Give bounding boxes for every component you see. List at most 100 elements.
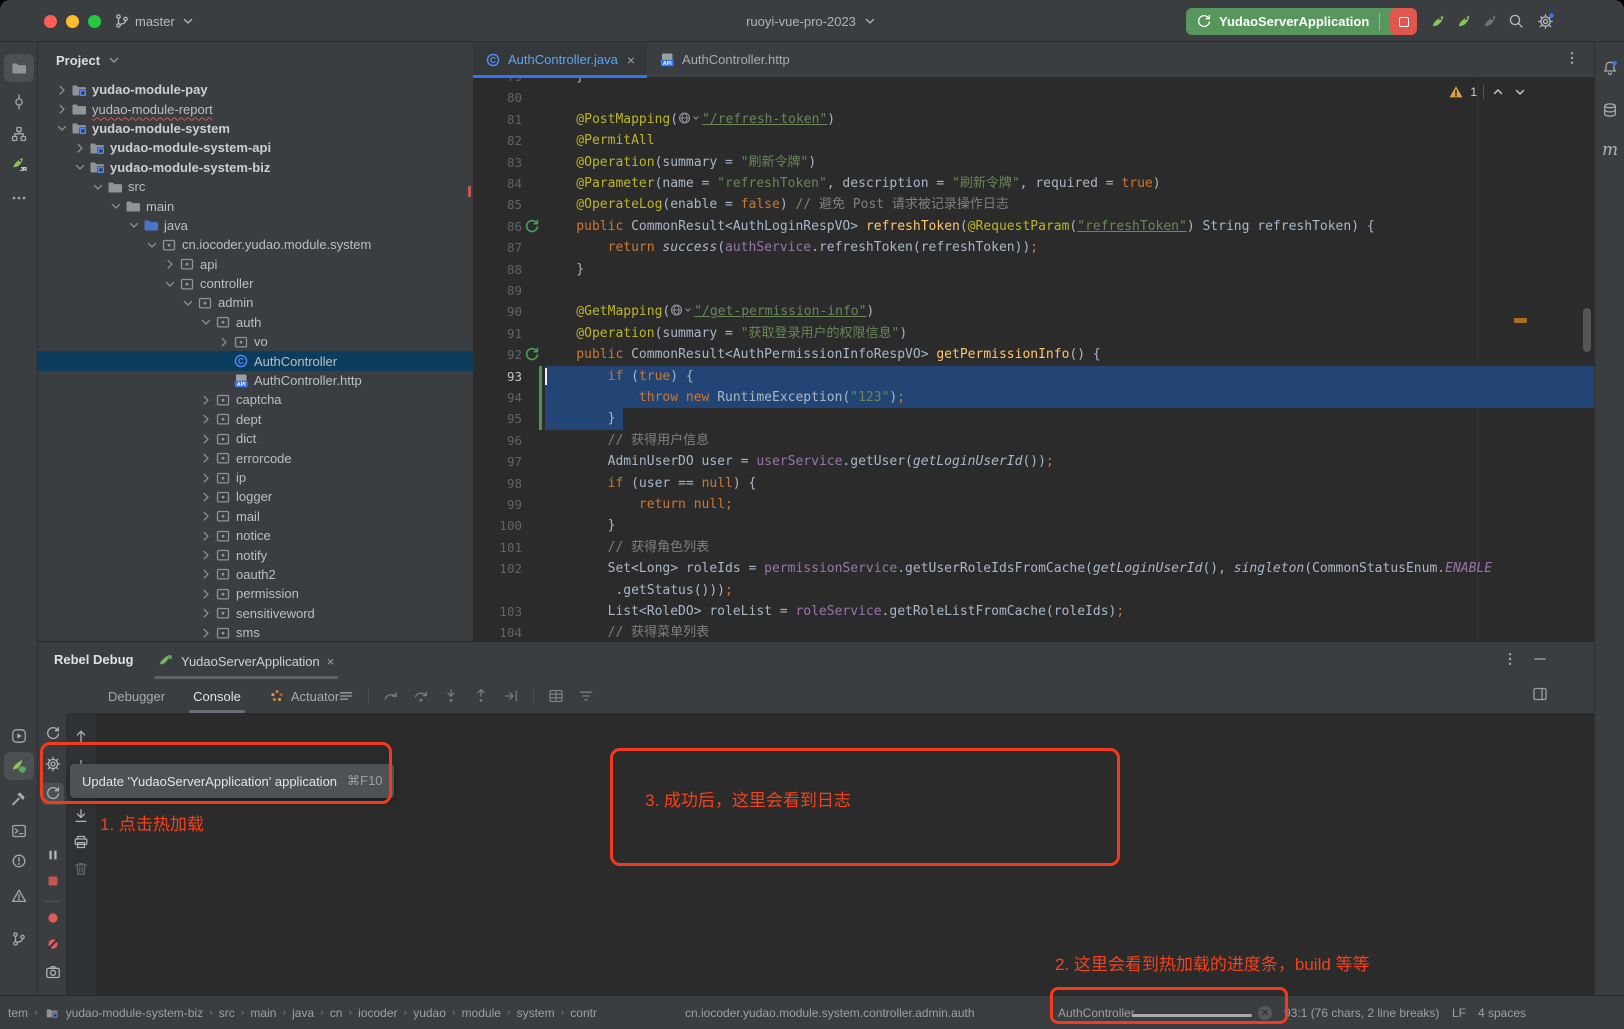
code-line-92[interactable]: 92 public CommonResult<AuthPermissionInf…: [473, 344, 1594, 365]
breadcrumb-item[interactable]: src: [219, 1006, 235, 1020]
run-to-cursor-icon[interactable]: [503, 688, 519, 704]
tree-item-yudao-module-pay[interactable]: yudao-module-pay: [38, 80, 473, 99]
line-number[interactable]: 82: [473, 130, 522, 151]
line-number[interactable]: 103: [473, 601, 522, 622]
console-output[interactable]: [96, 713, 1594, 995]
chevron-right-icon[interactable]: [162, 256, 178, 272]
code-line-98[interactable]: 98 if (user == null) {: [473, 473, 1594, 494]
show-execution-point-icon[interactable]: [383, 688, 399, 704]
tree-item-yudao-module-system[interactable]: yudao-module-system: [38, 119, 473, 138]
jrebel-debug-icon[interactable]: [1454, 11, 1474, 31]
tree-item-sensitiveword[interactable]: sensitiveword: [38, 604, 473, 623]
line-number[interactable]: 87: [473, 237, 522, 258]
zoom-window-button[interactable]: [88, 15, 101, 28]
chevron-right-icon[interactable]: [198, 625, 214, 641]
structure-tool-button[interactable]: [4, 120, 34, 148]
code-line-103[interactable]: 103 List<RoleDO> roleList = roleService.…: [473, 601, 1594, 622]
code-line-wrap[interactable]: .getStatus()));: [473, 580, 1594, 601]
tab-options-icon[interactable]: [1564, 50, 1580, 66]
line-number[interactable]: 101: [473, 537, 522, 558]
chevron-down-icon[interactable]: [72, 159, 88, 175]
line-number[interactable]: 90: [473, 301, 522, 322]
line-number[interactable]: 93: [473, 366, 522, 387]
code-line-79[interactable]: 79 }: [473, 78, 1594, 87]
line-number[interactable]: 95: [473, 408, 522, 429]
chevron-right-icon[interactable]: [216, 334, 232, 350]
more-tool-windows-button[interactable]: [4, 184, 34, 212]
line-number[interactable]: 85: [473, 194, 522, 215]
breadcrumbs[interactable]: tem›yudao-module-system-biz›src›main›jav…: [8, 996, 597, 1029]
editor-tab-authcontroller-java[interactable]: CAuthController.java×: [473, 42, 647, 77]
minimize-window-button[interactable]: [66, 15, 79, 28]
line-number[interactable]: 89: [473, 280, 522, 301]
chevron-right-icon[interactable]: [198, 450, 214, 466]
code-line-82[interactable]: 82 @PermitAll: [473, 130, 1594, 151]
tree-item-notify[interactable]: notify: [38, 545, 473, 564]
stop-button[interactable]: [1390, 8, 1417, 35]
code-line-83[interactable]: 83 @Operation(summary = "刷新令牌"): [473, 152, 1594, 173]
line-number[interactable]: 88: [473, 259, 522, 280]
code-line-88[interactable]: 88 }: [473, 259, 1594, 280]
rebel-debug-tool-button[interactable]: [4, 752, 34, 780]
tree-item-sms[interactable]: sms: [38, 623, 473, 641]
tree-item-dept[interactable]: dept: [38, 410, 473, 429]
line-number[interactable]: 104: [473, 622, 522, 641]
line-number[interactable]: 79: [473, 78, 522, 87]
tree-item-yudao-module-system-biz[interactable]: yudao-module-system-biz: [38, 158, 473, 177]
code-line-84[interactable]: 84 @Parameter(name = "refreshToken", des…: [473, 173, 1594, 194]
terminal-tool-button[interactable]: [4, 817, 34, 845]
tree-item-vo[interactable]: vo: [38, 332, 473, 351]
breadcrumb-item[interactable]: yudao-module-system-biz: [66, 1006, 203, 1020]
line-separator-widget[interactable]: LF: [1452, 996, 1466, 1029]
tree-item-controller[interactable]: controller: [38, 274, 473, 293]
rerun-button[interactable]: [42, 723, 64, 745]
thread-dump-button[interactable]: [42, 961, 64, 983]
git-tool-button[interactable]: [4, 925, 34, 953]
tree-item-notice[interactable]: notice: [38, 526, 473, 545]
tree-item-auth[interactable]: auth: [38, 313, 473, 332]
code-line-99[interactable]: 99 return null;: [473, 494, 1594, 515]
breadcrumb-item[interactable]: yudao: [413, 1006, 446, 1020]
code-line-86[interactable]: 86 public CommonResult<AuthLoginRespVO> …: [473, 216, 1594, 237]
chevron-right-icon[interactable]: [198, 547, 214, 563]
close-window-button[interactable]: [44, 15, 57, 28]
jrebel-tool-button[interactable]: JR: [4, 150, 34, 178]
line-number[interactable]: 99: [473, 494, 522, 515]
breadcrumb-item[interactable]: main: [250, 1006, 276, 1020]
chevron-down-icon[interactable]: [198, 314, 214, 330]
chevron-down-icon[interactable]: [180, 295, 196, 311]
tree-item-logger[interactable]: logger: [38, 487, 473, 506]
step-out-icon[interactable]: [473, 688, 489, 704]
hot-reload-gutter-icon[interactable]: [524, 347, 539, 362]
tree-item-src[interactable]: src: [38, 177, 473, 196]
indent-widget[interactable]: 4 spaces: [1478, 996, 1526, 1029]
stop-process-button[interactable]: [42, 870, 64, 892]
layout-settings-icon[interactable]: [1532, 686, 1548, 702]
run-configuration-button[interactable]: YudaoServerApplication: [1186, 8, 1407, 35]
chevron-down-icon[interactable]: [144, 237, 160, 253]
problems-tool-button[interactable]: [4, 847, 34, 875]
tree-item-yudao-module-report[interactable]: yudao-module-report: [38, 99, 473, 118]
view-breakpoints-button[interactable]: [42, 907, 64, 929]
scroll-to-end-button[interactable]: [70, 805, 92, 827]
tree-item-cn-iocoder-yudao-module-system[interactable]: cn.iocoder.yudao.module.system: [38, 235, 473, 254]
build-tool-button[interactable]: [4, 785, 34, 813]
chevron-right-icon[interactable]: [198, 431, 214, 447]
code-line-95[interactable]: 95 }: [473, 408, 1594, 429]
warnings-tool-button[interactable]: [4, 882, 34, 910]
tree-item-java[interactable]: java: [38, 216, 473, 235]
editor-scrollbar[interactable]: [1583, 308, 1591, 352]
chevron-down-icon[interactable]: [126, 217, 142, 233]
code-line-96[interactable]: 96 // 获得用户信息: [473, 430, 1594, 451]
tree-item-mail[interactable]: mail: [38, 507, 473, 526]
menu-icon[interactable]: [338, 688, 354, 704]
debug-tab-debugger[interactable]: Debugger: [94, 679, 179, 713]
line-number[interactable]: 91: [473, 323, 522, 344]
breadcrumb-item[interactable]: cn: [330, 1006, 343, 1020]
code-line-81[interactable]: 81 @PostMapping("/refresh-token"): [473, 109, 1594, 130]
navigate-up-button[interactable]: [70, 725, 92, 747]
chevron-right-icon[interactable]: [198, 489, 214, 505]
debug-tab-console[interactable]: Console: [179, 679, 255, 713]
code-line-87[interactable]: 87 return success(authService.refreshTok…: [473, 237, 1594, 258]
breadcrumb-item[interactable]: java: [292, 1006, 314, 1020]
